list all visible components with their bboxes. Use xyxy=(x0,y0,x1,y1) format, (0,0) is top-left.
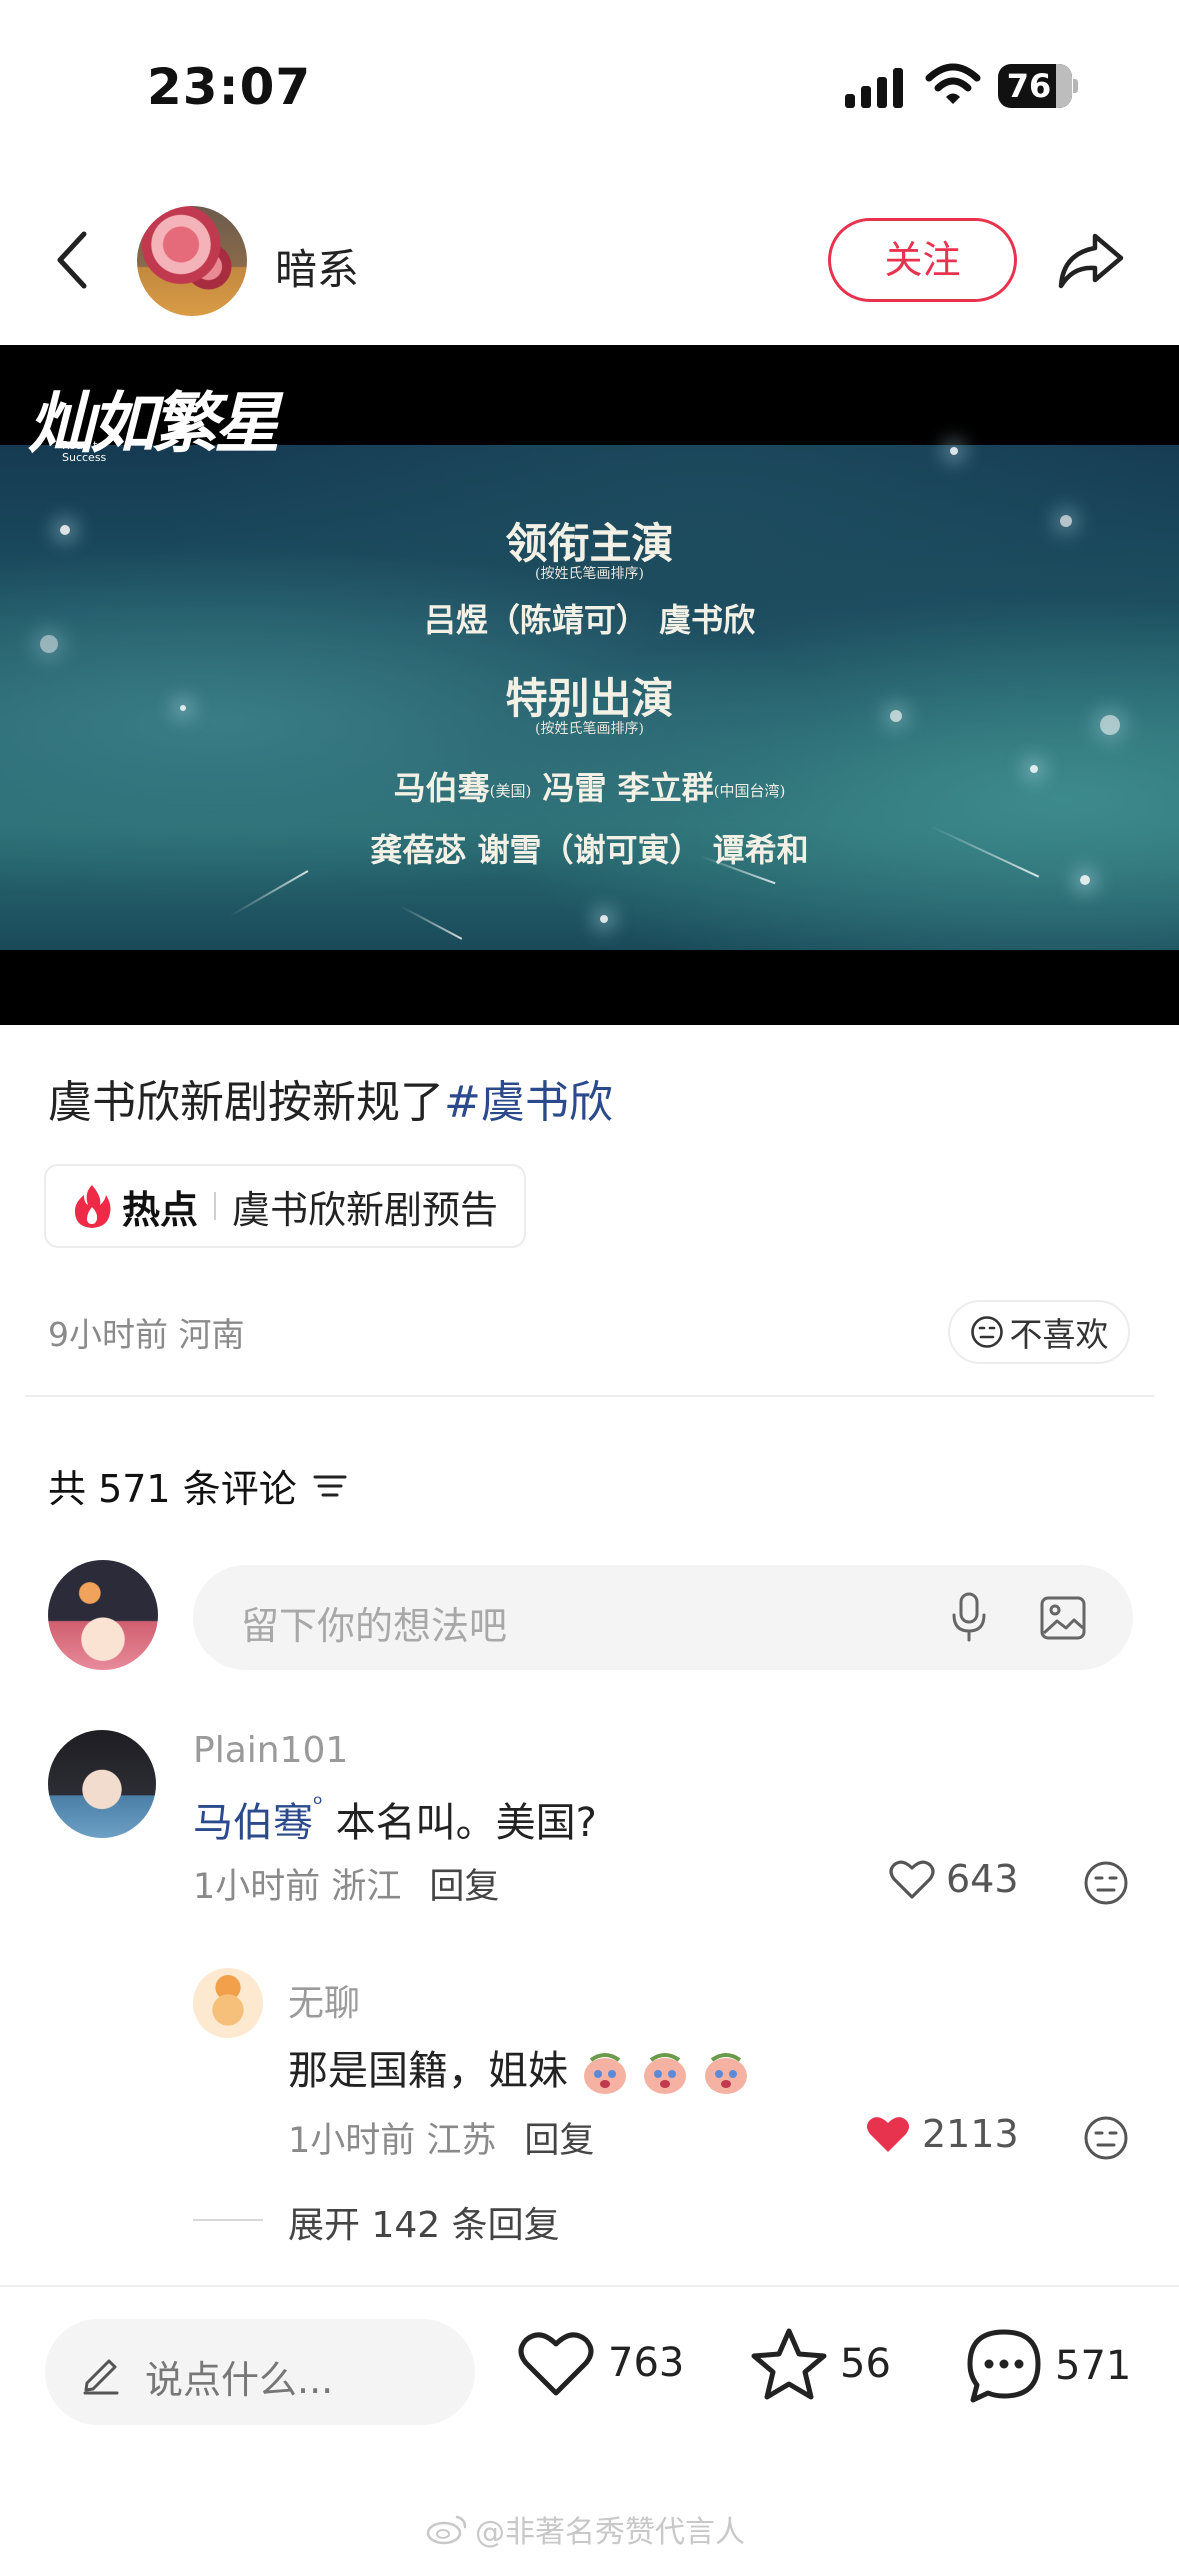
like-button[interactable]: 763 xyxy=(516,2327,684,2399)
author-avatar[interactable] xyxy=(137,206,247,316)
favorite-count: 56 xyxy=(840,2341,891,2387)
credit-note-special: (按姓氏笔画排序) xyxy=(535,721,644,737)
crying-emoji-icon xyxy=(581,2050,629,2096)
expand-replies-button[interactable]: 展开 142 条回复 xyxy=(288,2196,560,2248)
credit-heading-special: 特别出演 xyxy=(505,674,674,723)
comment-total-count: 571 xyxy=(1055,2343,1132,2389)
back-icon[interactable] xyxy=(48,228,100,292)
heart-icon xyxy=(518,2332,594,2396)
favorite-button[interactable]: 56 xyxy=(750,2327,891,2401)
comment-text: 那是国籍，姐妹 xyxy=(288,2038,750,2096)
hot-label: 热点 xyxy=(122,1187,199,1232)
expand-divider xyxy=(193,2219,263,2221)
comment-dislike-icon[interactable] xyxy=(1083,2115,1129,2161)
credit-heading-lead: 领衔主演 xyxy=(505,519,674,568)
crying-emoji-icon xyxy=(702,2050,750,2096)
like-count: 763 xyxy=(608,2340,685,2386)
comment-like-button[interactable]: 643 xyxy=(888,1857,1019,1901)
show-logo-subtitle: Road to Success xyxy=(62,439,107,464)
weibo-icon xyxy=(426,2515,467,2545)
heart-icon xyxy=(889,1860,935,1899)
status-bar: 23:07 76 xyxy=(0,0,1179,170)
comment-mention[interactable]: 马伯骞 xyxy=(193,1800,313,1846)
commenter-avatar[interactable] xyxy=(193,1968,263,2038)
nav-bar: 暗系 关注 xyxy=(0,200,1179,320)
dislike-button[interactable]: 不喜欢 xyxy=(948,1300,1130,1364)
share-icon[interactable] xyxy=(1055,228,1127,292)
hot-topic-chip[interactable]: 热点 虞书欣新剧预告 xyxy=(44,1164,527,1248)
credit-cast-lead: 吕煜（陈靖可） 虞书欣 xyxy=(423,601,756,639)
comment-meta: 1小时前 浙江 回复 xyxy=(193,1867,500,1907)
wifi-icon xyxy=(925,63,981,104)
comment-count: 共 571 条评论 xyxy=(48,1458,349,1513)
crying-emoji-icon xyxy=(641,2050,689,2096)
post-title: 虞书欣新剧按新规了#虞书欣 xyxy=(48,1077,613,1128)
heart-icon xyxy=(867,2117,909,2152)
credit-cast-special-1: 马伯骞(美国) 冯雷 李立群(中国台湾) xyxy=(393,769,786,807)
commenter-avatar[interactable] xyxy=(48,1730,156,1838)
comment-username[interactable]: 无聊 xyxy=(288,1974,360,2026)
dislike-label: 不喜欢 xyxy=(1009,1315,1109,1354)
post-meta: 9小时前 河南 xyxy=(48,1315,245,1354)
fire-icon xyxy=(74,1185,111,1228)
reply-button[interactable]: 回复 xyxy=(429,1867,499,1907)
say-placeholder: 说点什么... xyxy=(145,2358,334,2402)
divider xyxy=(25,1395,1155,1397)
my-avatar[interactable] xyxy=(48,1560,158,1670)
watermark: @非著名秀赞代言人 xyxy=(425,2507,745,2551)
comment-dislike-icon[interactable] xyxy=(1083,1860,1129,1906)
say-something-input[interactable]: 说点什么... xyxy=(45,2319,475,2425)
post-media[interactable]: 灿如繁星 Road to Success 领衔主演 (按姓氏笔画排序) 吕煜（陈… xyxy=(0,345,1179,1025)
author-name[interactable]: 暗系 xyxy=(275,236,359,297)
comment-username[interactable]: Plain101 xyxy=(193,1730,348,1771)
credit-note-lead: (按姓氏笔画排序) xyxy=(535,566,644,582)
comment-meta: 1小时前 江苏 回复 xyxy=(288,2121,595,2161)
hot-topic-text: 虞书欣新剧预告 xyxy=(232,1187,499,1232)
comment-bubble-icon xyxy=(967,2329,1041,2403)
comment-like-count: 643 xyxy=(946,1857,1019,1901)
chip-divider xyxy=(214,1192,217,1220)
comment-like-count: 2113 xyxy=(922,2112,1019,2156)
battery-icon: 76 xyxy=(998,64,1078,108)
signal-icon xyxy=(845,68,903,108)
dislike-face-icon xyxy=(970,1316,1003,1348)
comment-input[interactable]: 留下你的想法吧 xyxy=(193,1565,1133,1670)
star-icon xyxy=(751,2328,827,2400)
pencil-icon xyxy=(83,2359,119,2395)
reply-button[interactable]: 回复 xyxy=(524,2121,594,2161)
comment-like-button[interactable]: 2113 xyxy=(864,2112,1019,2156)
battery-level: 76 xyxy=(1006,67,1052,105)
hashtag-link[interactable]: #虞书欣 xyxy=(444,1077,613,1128)
bottom-bar: 说点什么... 763 56 571 @非著名秀赞代言人 xyxy=(0,2285,1179,2556)
comment-input-placeholder: 留下你的想法吧 xyxy=(241,1604,508,1648)
follow-button[interactable]: 关注 xyxy=(828,218,1017,302)
image-icon[interactable] xyxy=(1039,1595,1087,1641)
credit-cast-special-2: 龚蓓苾 谢雪（谢可寅） 谭希和 xyxy=(370,831,809,869)
sort-icon[interactable] xyxy=(311,1470,349,1502)
comment-button[interactable]: 571 xyxy=(965,2327,1131,2405)
status-time: 23:07 xyxy=(147,58,312,116)
mic-icon[interactable] xyxy=(949,1591,989,1643)
comment-text: 马伯骞ᵒ 本名叫。美国? xyxy=(193,1790,597,1846)
